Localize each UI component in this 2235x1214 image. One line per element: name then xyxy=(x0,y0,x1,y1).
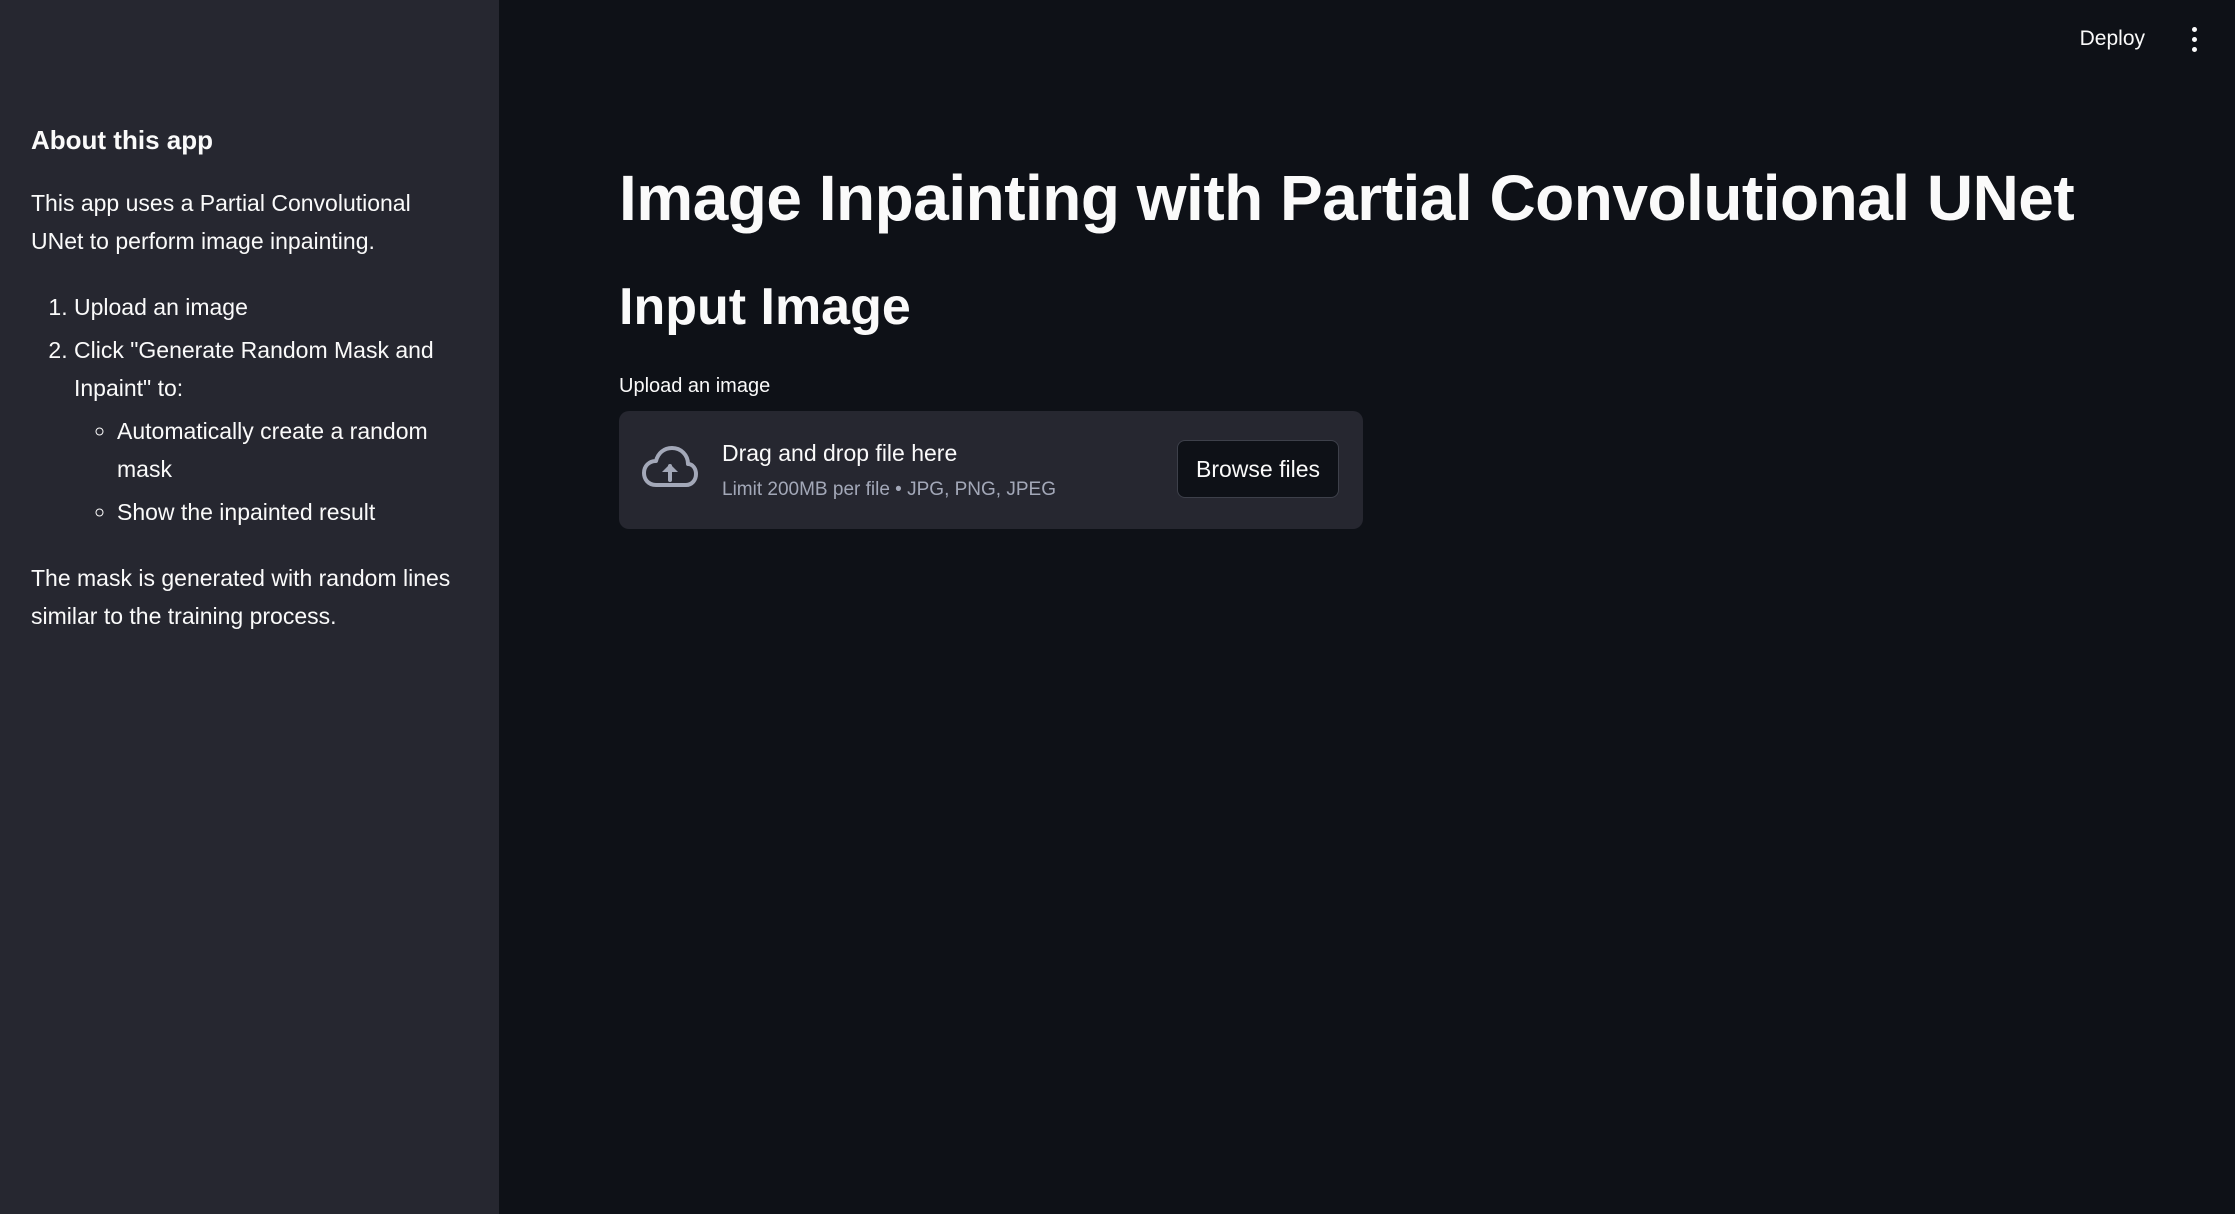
main-content: Image Inpainting with Partial Convolutio… xyxy=(619,155,2119,529)
substep-item: Automatically create a random mask xyxy=(117,412,461,488)
vertical-ellipsis-icon[interactable] xyxy=(2179,19,2209,59)
step-text: Upload an image xyxy=(74,294,248,320)
top-toolbar: Deploy xyxy=(2070,0,2235,78)
dropzone-text: Drag and drop file here Limit 200MB per … xyxy=(722,437,1056,503)
sidebar-intro: This app uses a Partial Convolutional UN… xyxy=(31,190,411,254)
substeps-list: Automatically create a random mask Show … xyxy=(74,412,461,531)
menu-dot xyxy=(2191,36,2197,42)
menu-dot xyxy=(2191,26,2197,32)
step-item: Click "Generate Random Mask and Inpaint"… xyxy=(74,331,461,531)
sidebar: About this app This app uses a Partial C… xyxy=(0,0,499,1214)
deploy-button[interactable]: Deploy xyxy=(2070,21,2155,57)
step-item: Upload an image xyxy=(74,288,461,326)
step-text: Click "Generate Random Mask and Inpaint"… xyxy=(74,337,434,401)
browse-files-button[interactable]: Browse files xyxy=(1177,440,1339,498)
app-root: About this app This app uses a Partial C… xyxy=(0,0,2235,1214)
menu-dot xyxy=(2191,46,2197,52)
sidebar-footer: The mask is generated with random lines … xyxy=(31,565,451,629)
sidebar-content: About this app This app uses a Partial C… xyxy=(31,120,461,663)
upload-label: Upload an image xyxy=(619,375,771,397)
page-title: Image Inpainting with Partial Convolutio… xyxy=(619,162,2075,234)
dropzone-title: Drag and drop file here xyxy=(722,440,958,466)
dropzone-limit: Limit 200MB per file • JPG, PNG, JPEG xyxy=(722,479,1056,500)
substep-item: Show the inpainted result xyxy=(117,493,461,531)
sidebar-heading: About this app xyxy=(31,125,213,155)
cloud-upload-icon xyxy=(642,446,698,487)
section-title: Input Image xyxy=(619,278,911,336)
file-dropzone[interactable]: Drag and drop file here Limit 200MB per … xyxy=(619,411,1363,529)
steps-list: Upload an image Click "Generate Random M… xyxy=(31,288,461,531)
